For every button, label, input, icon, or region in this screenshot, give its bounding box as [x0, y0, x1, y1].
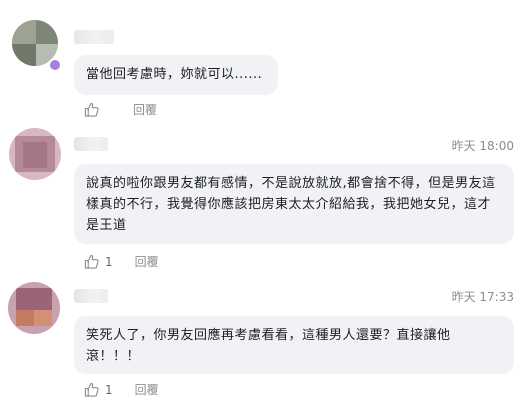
reply-button[interactable]: 回覆	[135, 253, 159, 270]
like-button[interactable]	[84, 102, 105, 117]
comment-thread: 當他回考慮時，妳就可以...... 回覆 昨天 18:00 說真的啦你跟男友都有…	[0, 0, 526, 408]
profile-badge-icon	[48, 58, 62, 72]
avatar[interactable]	[9, 128, 61, 180]
thumbs-up-icon	[84, 382, 99, 397]
thumbs-up-icon	[84, 254, 99, 269]
comment-timestamp: 昨天 18:00	[451, 139, 514, 153]
comment-bubble: 當他回考慮時，妳就可以......	[74, 55, 278, 95]
comment-bubble: 笑死人了，你男友回應再考慮看看，這種男人還要？直接讓他滾！！！	[74, 316, 514, 374]
thumbs-up-icon	[84, 102, 99, 117]
comment-text: 說真的啦你跟男友都有感情，不是說放就放,都會捨不得，但是男友這樣真的不行，我覺得…	[86, 176, 496, 233]
like-button[interactable]: 1	[84, 254, 113, 269]
comment-actions: 1 回覆	[84, 253, 159, 270]
reply-button[interactable]: 回覆	[135, 381, 159, 398]
comment-text: 當他回考慮時，妳就可以......	[86, 67, 263, 82]
reply-button[interactable]: 回覆	[133, 101, 157, 118]
comment-actions: 回覆	[84, 101, 157, 118]
like-count: 1	[105, 254, 113, 269]
avatar[interactable]	[8, 282, 60, 334]
comment-timestamp: 昨天 17:33	[451, 290, 514, 304]
like-button[interactable]: 1	[84, 382, 113, 397]
author-name[interactable]	[74, 289, 108, 303]
comment-actions: 1 回覆	[84, 381, 159, 398]
comment-text: 笑死人了，你男友回應再考慮看看，這種男人還要？直接讓他滾！！！	[86, 328, 451, 364]
like-count: 1	[105, 382, 113, 397]
author-name[interactable]	[74, 30, 114, 44]
comment-bubble: 說真的啦你跟男友都有感情，不是說放就放,都會捨不得，但是男友這樣真的不行，我覺得…	[74, 164, 514, 244]
author-name[interactable]	[74, 137, 108, 151]
